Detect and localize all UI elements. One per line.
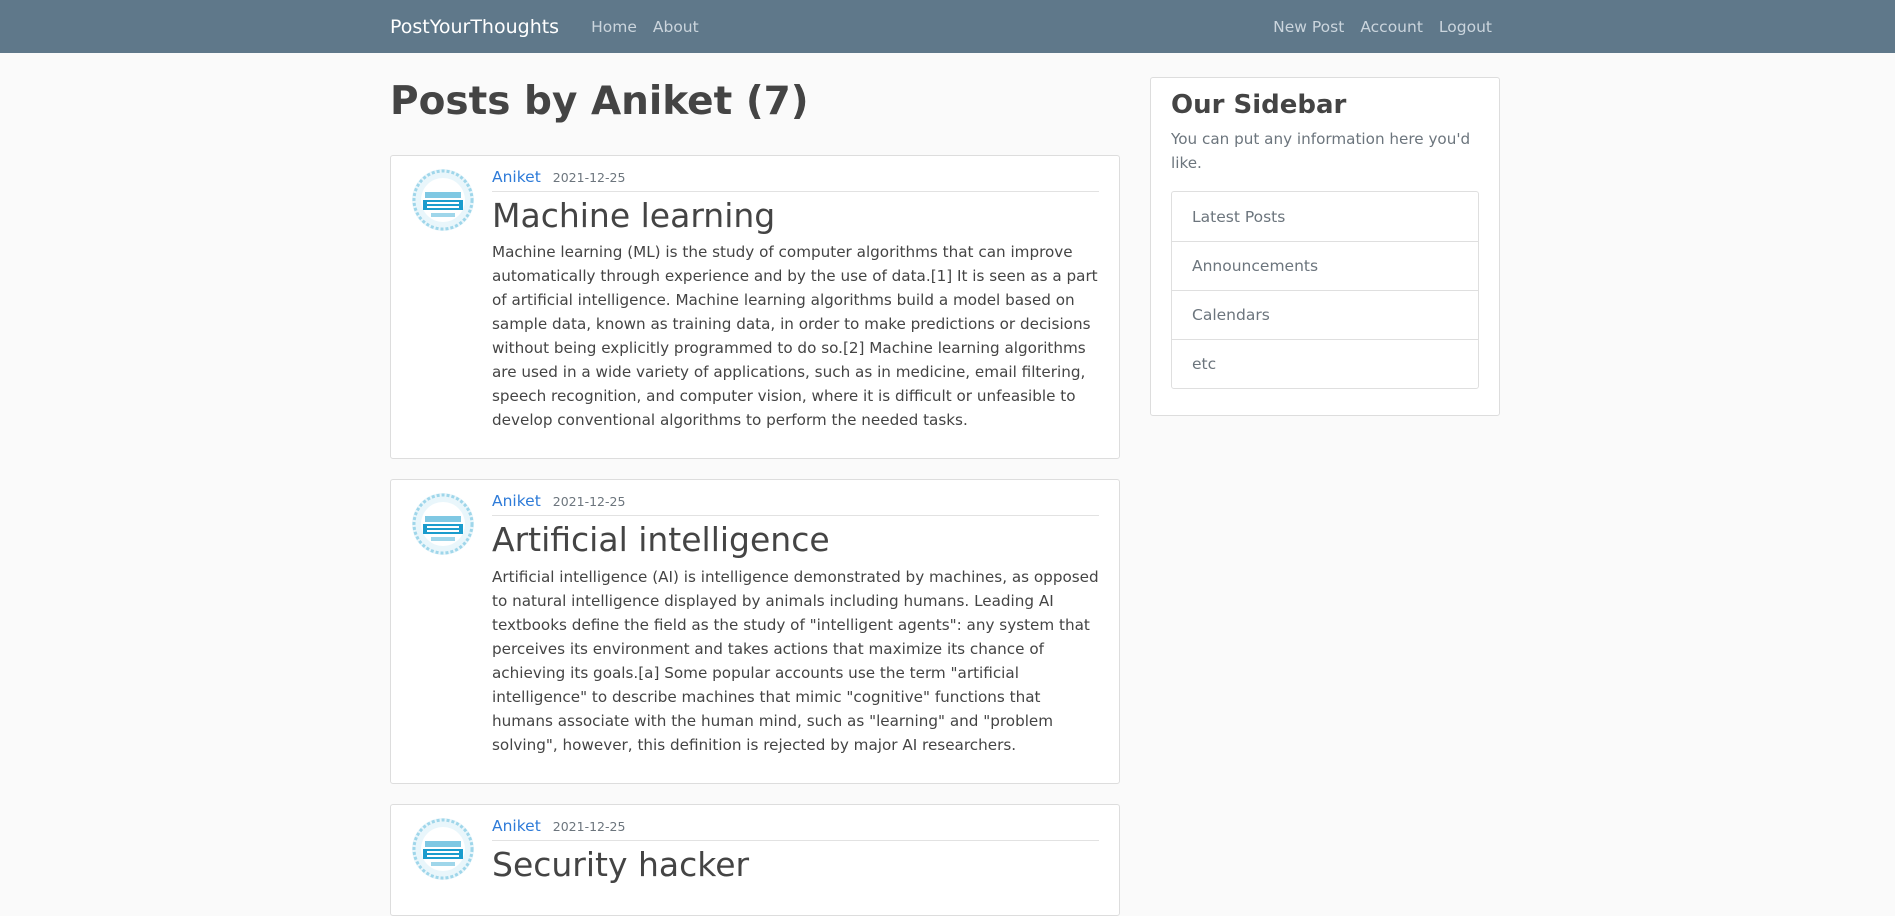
- sidebar-item-latest-posts[interactable]: Latest Posts: [1172, 192, 1478, 241]
- post-meta: Aniket 2021-12-25: [492, 817, 1099, 841]
- internet-of-things-avatar-icon: [412, 817, 474, 880]
- post-author-link[interactable]: Aniket: [492, 817, 541, 835]
- page-title: Posts by Aniket (7): [390, 79, 809, 124]
- nav-account-link[interactable]: Account: [1360, 18, 1423, 36]
- nav-home-link[interactable]: Home: [591, 18, 637, 36]
- author-avatar[interactable]: [411, 492, 475, 557]
- internet-of-things-avatar-icon: [412, 493, 474, 556]
- sidebar-item-calendars[interactable]: Calendars: [1172, 290, 1478, 339]
- nav-new-post-link[interactable]: New Post: [1273, 18, 1344, 36]
- post-card: Aniket 2021-12-25 Security hacker: [390, 803, 1120, 916]
- internet-of-things-avatar-icon: [412, 169, 474, 231]
- sidebar-list: Latest Posts Announcements Calendars etc: [1171, 191, 1479, 390]
- navbar-container: PostYourThoughts Home About New Post Acc…: [390, 0, 1500, 53]
- author-avatar[interactable]: [411, 168, 475, 232]
- post-body: Aniket 2021-12-25 Machine learning Machi…: [492, 168, 1099, 432]
- sidebar-column: Our Sidebar You can put any information …: [1150, 77, 1500, 417]
- brand-link[interactable]: PostYourThoughts: [390, 16, 559, 38]
- author-avatar[interactable]: [411, 816, 475, 881]
- sidebar-title: Our Sidebar: [1171, 90, 1347, 120]
- post-author-link[interactable]: Aniket: [492, 168, 541, 186]
- nav-about-link[interactable]: About: [653, 18, 699, 36]
- navbar-right-group: New Post Account Logout: [1257, 18, 1500, 36]
- post-meta: Aniket 2021-12-25: [492, 168, 1099, 192]
- post-card: Aniket 2021-12-25 Machine learning Machi…: [390, 155, 1120, 460]
- sidebar-panel: Our Sidebar You can put any information …: [1150, 77, 1500, 417]
- sidebar-description: You can put any information here you'd l…: [1171, 130, 1471, 173]
- content-column: Posts by Aniket (7) Aniket 2021-12-25 Ma…: [390, 53, 1120, 916]
- top-navbar: PostYourThoughts Home About New Post Acc…: [0, 0, 1895, 53]
- nav-logout-link[interactable]: Logout: [1439, 18, 1492, 36]
- post-meta: Aniket 2021-12-25: [492, 492, 1099, 517]
- sidebar-item-announcements[interactable]: Announcements: [1172, 241, 1478, 290]
- post-content: Machine learning (ML) is the study of co…: [492, 243, 1098, 430]
- post-body: Aniket 2021-12-25 Security hacker: [492, 817, 1099, 889]
- post-title-link[interactable]: Machine learning: [492, 195, 1099, 236]
- post-date: 2021-12-25: [552, 170, 626, 185]
- post-date: 2021-12-25: [552, 494, 626, 510]
- post-content: Artificial intelligence (AI) is intellig…: [492, 567, 1099, 754]
- post-body: Aniket 2021-12-25 Artificial intelligenc…: [492, 492, 1099, 756]
- post-card: Aniket 2021-12-25 Artificial intelligenc…: [390, 479, 1120, 784]
- post-title-link[interactable]: Artificial intelligence: [492, 519, 1099, 560]
- sidebar-item-etc[interactable]: etc: [1172, 339, 1478, 388]
- post-author-link[interactable]: Aniket: [492, 492, 541, 510]
- post-title-link[interactable]: Security hacker: [492, 844, 1099, 885]
- post-date: 2021-12-25: [552, 818, 626, 834]
